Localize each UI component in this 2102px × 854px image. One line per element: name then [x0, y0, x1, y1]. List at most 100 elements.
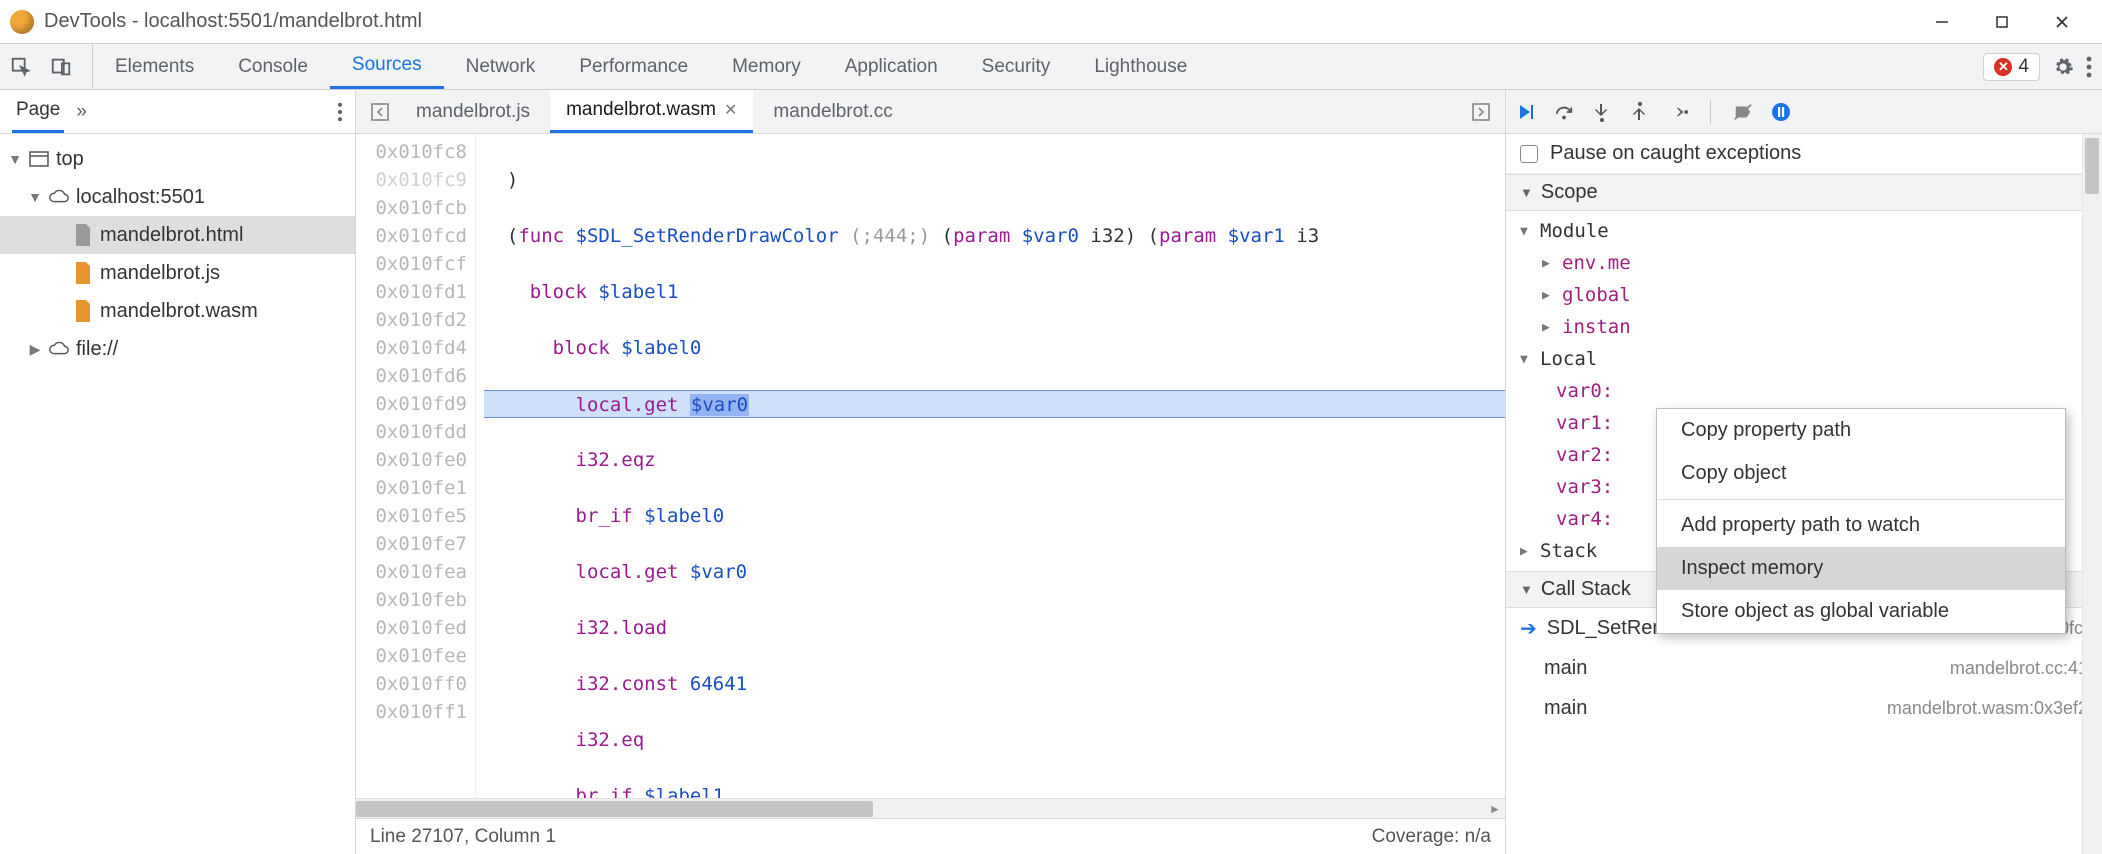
panel-tabs: Elements Console Sources Network Perform…: [93, 44, 1209, 89]
code-area[interactable]: 0x010fc8 0x010fc9 0x010fcb 0x010fcd 0x01…: [356, 134, 1505, 798]
scope-module[interactable]: ▼Module: [1506, 215, 2102, 247]
editor-tab-wasm[interactable]: mandelbrot.wasm ✕: [550, 90, 753, 133]
vertical-scrollbar[interactable]: [2082, 134, 2102, 854]
cloud-icon: [48, 338, 70, 360]
debugger-toolbar: [1506, 90, 2102, 134]
inspect-element-icon[interactable]: [10, 56, 32, 78]
step-into-icon[interactable]: [1592, 102, 1612, 122]
editor-tab-js[interactable]: mandelbrot.js: [400, 90, 546, 133]
resume-icon[interactable]: [1516, 102, 1536, 122]
editor-tab-label: mandelbrot.cc: [773, 101, 892, 123]
navigator-menu-icon[interactable]: [337, 102, 343, 122]
tab-elements[interactable]: Elements: [93, 44, 216, 89]
tree-file-js[interactable]: mandelbrot.js: [0, 254, 355, 292]
tree-file-html[interactable]: mandelbrot.html: [0, 216, 355, 254]
step-icon[interactable]: [1668, 102, 1688, 122]
scope-header-label: Scope: [1541, 181, 1598, 204]
tab-console[interactable]: Console: [216, 44, 330, 89]
step-out-icon[interactable]: [1630, 102, 1650, 122]
editor-tab-cc[interactable]: mandelbrot.cc: [757, 90, 908, 133]
cloud-icon: [48, 186, 70, 208]
tab-sources[interactable]: Sources: [330, 44, 444, 89]
cursor-position: Line 27107, Column 1: [370, 826, 556, 848]
settings-gear-icon[interactable]: [2052, 56, 2074, 78]
editor-nav-forward-icon[interactable]: [1465, 102, 1497, 122]
tab-network[interactable]: Network: [444, 44, 558, 89]
callstack-fn: main: [1544, 697, 1587, 720]
file-icon: [72, 224, 94, 246]
editor-nav-back-icon[interactable]: [364, 102, 396, 122]
menu-copy-property-path[interactable]: Copy property path: [1657, 409, 2065, 452]
scope-module-item[interactable]: ▶instan: [1506, 311, 2102, 343]
callstack-loc: mandelbrot.cc:41: [1950, 658, 2088, 679]
window-titlebar: DevTools - localhost:5501/mandelbrot.htm…: [0, 0, 2102, 44]
tree-file-label: mandelbrot.html: [100, 224, 243, 247]
checkbox[interactable]: [1520, 145, 1538, 163]
code-lines[interactable]: ) (func $SDL_SetRenderDrawColor (;444;) …: [476, 134, 1505, 798]
error-icon: ✕: [1994, 58, 2012, 76]
source-editor: mandelbrot.js mandelbrot.wasm ✕ mandelbr…: [356, 90, 1506, 854]
tab-application[interactable]: Application: [823, 44, 960, 89]
error-count: 4: [2018, 56, 2029, 78]
scrollbar-thumb[interactable]: [356, 801, 873, 817]
error-badge[interactable]: ✕ 4: [1983, 53, 2040, 81]
scope-section-header[interactable]: ▼ Scope: [1506, 174, 2102, 211]
coverage-status: Coverage: n/a: [1372, 826, 1491, 848]
horizontal-scrollbar[interactable]: ◄ ►: [356, 798, 1505, 818]
callstack-fn: main: [1544, 657, 1587, 680]
tab-memory[interactable]: Memory: [710, 44, 823, 89]
more-menu-icon[interactable]: [2086, 56, 2092, 78]
scope-local-var[interactable]: var0:: [1506, 375, 2102, 407]
callstack-header-label: Call Stack: [1541, 578, 1631, 601]
file-tree: ▼ top ▼ localhost:5501 mandelbrot.html: [0, 134, 355, 854]
tree-top-label: top: [56, 148, 84, 171]
callstack-frame[interactable]: main mandelbrot.wasm:0x3ef2: [1506, 688, 2102, 728]
window-maximize-button[interactable]: [1972, 2, 2032, 42]
callstack-frame[interactable]: main mandelbrot.cc:41: [1506, 648, 2102, 688]
tab-lighthouse[interactable]: Lighthouse: [1072, 44, 1209, 89]
current-frame-icon: ➔: [1520, 616, 1537, 641]
menu-store-global[interactable]: Store object as global variable: [1657, 590, 2065, 633]
navigator-more-tabs-icon[interactable]: »: [76, 101, 87, 123]
step-over-icon[interactable]: [1554, 102, 1574, 122]
devtools-toolbar: Elements Console Sources Network Perform…: [0, 44, 2102, 90]
context-menu: Copy property path Copy object Add prope…: [1656, 408, 2066, 634]
scrollbar-thumb[interactable]: [2085, 138, 2099, 194]
tree-file-label: mandelbrot.js: [100, 262, 220, 285]
pause-on-caught-row[interactable]: Pause on caught exceptions: [1506, 134, 2102, 174]
menu-inspect-memory[interactable]: Inspect memory: [1657, 547, 2065, 590]
tab-performance[interactable]: Performance: [557, 44, 710, 89]
scope-module-item[interactable]: ▶global: [1506, 279, 2102, 311]
tree-host[interactable]: ▼ localhost:5501: [0, 178, 355, 216]
tree-file-label: mandelbrot.wasm: [100, 300, 258, 323]
window-close-button[interactable]: [2032, 2, 2092, 42]
deactivate-breakpoints-icon[interactable]: [1733, 102, 1753, 122]
callstack-loc: mandelbrot.wasm:0x3ef2: [1887, 698, 2088, 719]
tab-security[interactable]: Security: [960, 44, 1073, 89]
file-icon: [72, 262, 94, 284]
scope-local[interactable]: ▼Local: [1506, 343, 2102, 375]
tree-top[interactable]: ▼ top: [0, 140, 355, 178]
editor-tab-label: mandelbrot.wasm: [566, 99, 716, 121]
navigator-tab-page[interactable]: Page: [12, 90, 64, 133]
pause-on-caught-label: Pause on caught exceptions: [1550, 142, 1801, 165]
file-icon: [72, 300, 94, 322]
tree-file-scheme[interactable]: ▶ file://: [0, 330, 355, 368]
device-toggle-icon[interactable]: [50, 56, 72, 78]
scope-module-item[interactable]: ▶env.me: [1506, 247, 2102, 279]
tree-file-scheme-label: file://: [76, 338, 118, 361]
editor-statusbar: Line 27107, Column 1 Coverage: n/a: [356, 818, 1505, 854]
tree-file-wasm[interactable]: mandelbrot.wasm: [0, 292, 355, 330]
file-navigator: Page » ▼ top ▼ localhost:5501: [0, 90, 356, 854]
editor-tabstrip: mandelbrot.js mandelbrot.wasm ✕ mandelbr…: [356, 90, 1505, 134]
scope-local-label: Local: [1540, 348, 1597, 370]
pause-on-exceptions-icon[interactable]: [1771, 102, 1791, 122]
tree-host-label: localhost:5501: [76, 186, 205, 209]
main-area: Page » ▼ top ▼ localhost:5501: [0, 90, 2102, 854]
scope-stack-label: Stack: [1540, 540, 1597, 562]
menu-add-watch[interactable]: Add property path to watch: [1657, 504, 2065, 547]
editor-tab-label: mandelbrot.js: [416, 101, 530, 123]
close-icon[interactable]: ✕: [724, 100, 737, 120]
window-minimize-button[interactable]: [1912, 2, 1972, 42]
menu-copy-object[interactable]: Copy object: [1657, 452, 2065, 495]
